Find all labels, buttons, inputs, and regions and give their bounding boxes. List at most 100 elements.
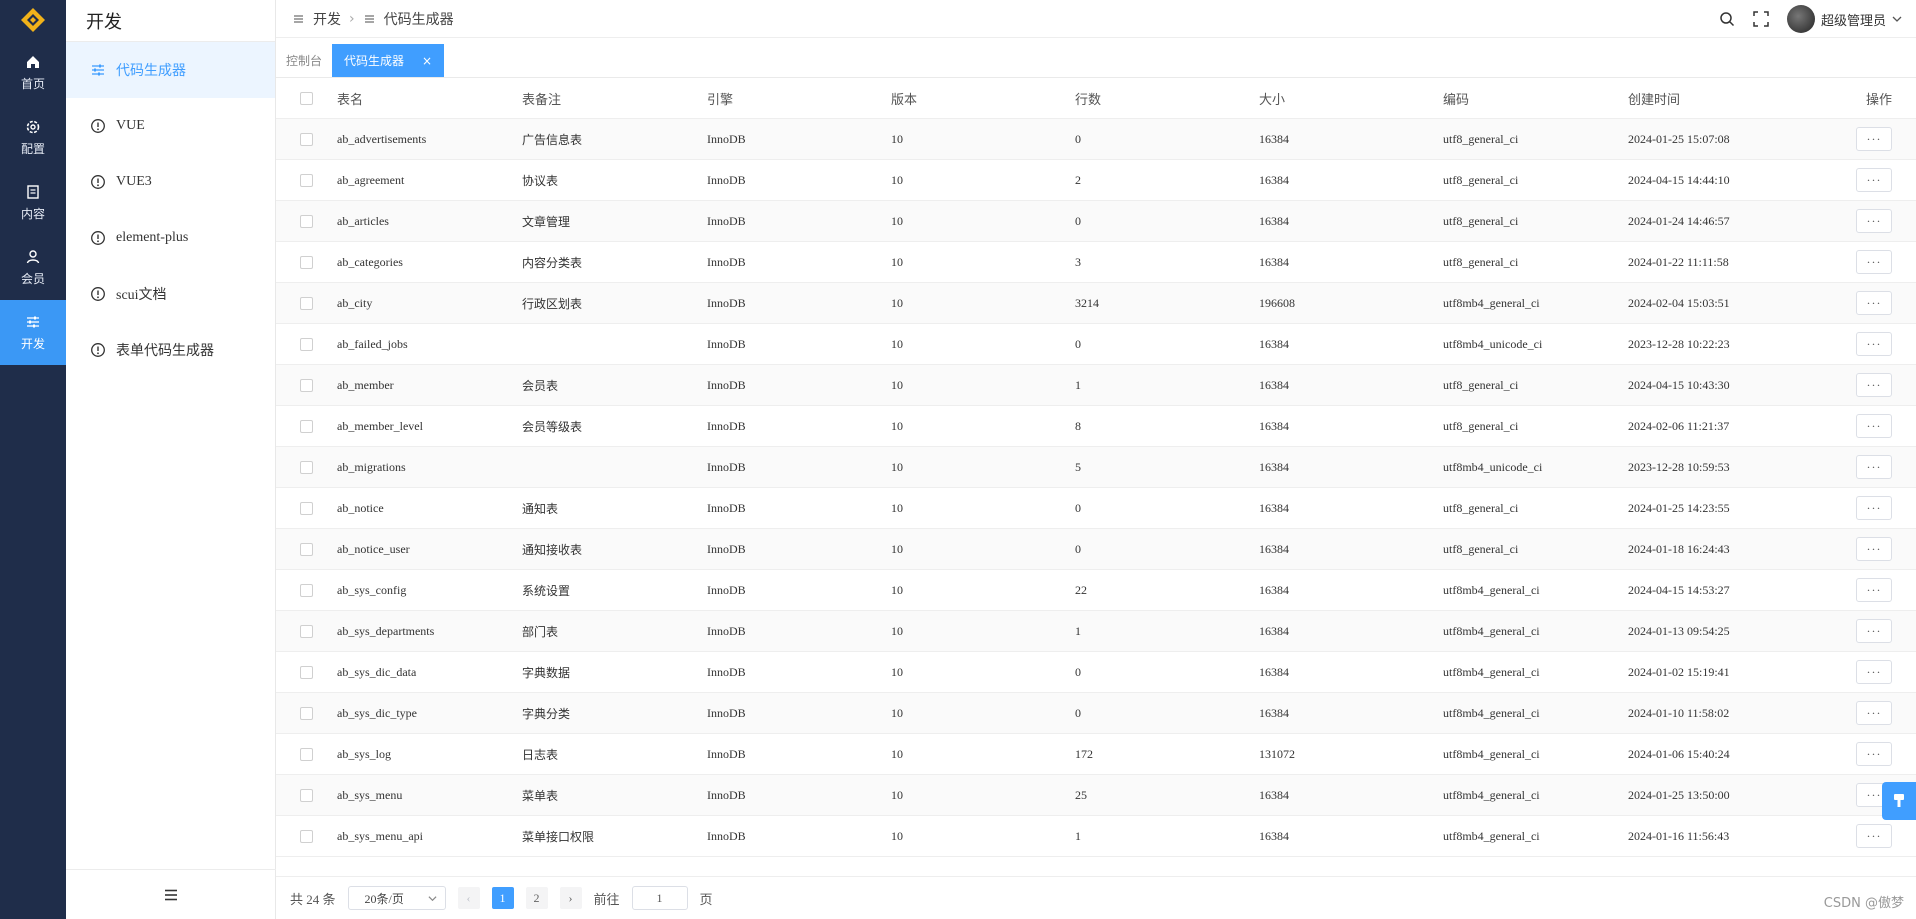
row-checkbox[interactable] (300, 542, 313, 556)
table-cell: 10 (891, 746, 903, 761)
row-more-button[interactable]: ··· (1856, 701, 1892, 725)
table-cell: 10 (891, 377, 903, 392)
table-row: ab_sys_menu_api 菜单接口权限 InnoDB 10 1 16384 utf8m… (276, 816, 1916, 857)
table-cell: utf8_general_ci (1443, 213, 1519, 228)
home-icon (27, 55, 39, 68)
tab-console[interactable]: 控制台 (276, 44, 332, 77)
table-cell: 10 (891, 500, 903, 515)
row-more-button[interactable]: ··· (1856, 168, 1892, 192)
row-select-cell (276, 788, 337, 802)
row-more-button[interactable]: ··· (1856, 373, 1892, 397)
page-size-select[interactable]: 20条/页 (347, 886, 446, 910)
row-more-button[interactable]: ··· (1856, 660, 1892, 684)
sidebar-item-vue[interactable]: VUE (66, 98, 275, 154)
user-menu[interactable]: 超级管理员 (1786, 5, 1902, 33)
row-checkbox[interactable] (300, 665, 313, 679)
row-checkbox[interactable] (300, 747, 313, 761)
table-cell: ab_sys_log (337, 746, 391, 761)
page-button[interactable]: 2 (525, 887, 548, 909)
next-page-button[interactable]: › (559, 887, 582, 909)
table-cell: InnoDB (707, 459, 746, 474)
table-cell: ab_failed_jobs (337, 336, 408, 351)
rail-item-dev[interactable]: 开发 (0, 300, 66, 365)
rail-item-content[interactable]: 内容 (0, 170, 66, 235)
row-select-cell (276, 296, 337, 310)
row-more-button[interactable]: ··· (1856, 824, 1892, 848)
row-more-button[interactable]: ··· (1856, 209, 1892, 233)
row-checkbox[interactable] (300, 255, 313, 269)
table-cell: 通知接收表 (522, 542, 583, 557)
table-cell: 字典分类 (522, 706, 571, 721)
row-checkbox[interactable] (300, 296, 313, 310)
table-cell: 系统设置 (522, 583, 571, 598)
tab-code-generator[interactable]: 代码生成器 × (332, 44, 445, 77)
row-checkbox[interactable] (300, 788, 313, 802)
row-more-button[interactable]: ··· (1856, 537, 1892, 561)
rail-item-member[interactable]: 会员 (0, 235, 66, 300)
app-logo[interactable] (0, 0, 66, 40)
fullscreen-icon[interactable] (1753, 11, 1769, 27)
column-header: 表名 (337, 91, 364, 107)
table-cell: 内容分类表 (522, 255, 583, 270)
row-more-button[interactable]: ··· (1856, 250, 1892, 274)
table-cell: 0 (1075, 131, 1081, 146)
sidebar-collapse-button[interactable] (66, 869, 276, 919)
rail-item-home[interactable]: 首页 (0, 40, 66, 105)
row-checkbox[interactable] (300, 337, 313, 351)
table-cell: utf8mb4_general_ci (1443, 705, 1540, 720)
breadcrumb-item: 代码生成器 (383, 11, 454, 28)
column-header: 引擎 (707, 91, 734, 107)
row-checkbox[interactable] (300, 829, 313, 843)
table-cell: utf8_general_ci (1443, 500, 1519, 515)
sidebar-item-scui-docs[interactable]: scui文档 (66, 266, 275, 322)
row-more-button[interactable]: ··· (1856, 455, 1892, 479)
row-checkbox[interactable] (300, 460, 313, 474)
sidebar-title: 开发 (66, 0, 275, 42)
sidebar-item-element-plus[interactable]: element-plus (66, 210, 275, 266)
row-more-button[interactable]: ··· (1856, 291, 1892, 315)
prev-page-button[interactable]: ‹ (457, 887, 480, 909)
sidebar-item-vue3[interactable]: VUE3 (66, 154, 275, 210)
row-checkbox[interactable] (300, 706, 313, 720)
row-more-button[interactable]: ··· (1856, 496, 1892, 520)
row-more-button[interactable]: ··· (1856, 414, 1892, 438)
row-more-button[interactable]: ··· (1856, 578, 1892, 602)
row-more-button[interactable]: ··· (1856, 127, 1892, 151)
row-more-button[interactable]: ··· (1856, 332, 1892, 356)
row-more-button[interactable]: ··· (1856, 742, 1892, 766)
table-cell: 2023-12-28 10:22:23 (1628, 336, 1730, 351)
table-cell: ab_member_level (337, 418, 423, 433)
page-unit-label: 页 (699, 891, 713, 907)
row-checkbox[interactable] (300, 419, 313, 433)
row-checkbox[interactable] (300, 173, 313, 187)
table-cell: utf8_general_ci (1443, 254, 1519, 269)
row-checkbox[interactable] (300, 378, 313, 392)
close-icon[interactable]: × (422, 54, 432, 68)
breadcrumb-item[interactable]: 开发 (313, 9, 341, 29)
rail-item-config[interactable]: 配置 (0, 105, 66, 170)
row-checkbox[interactable] (300, 624, 313, 638)
document-icon (27, 184, 39, 199)
info-circle-icon (91, 231, 105, 245)
row-checkbox[interactable] (300, 214, 313, 228)
table-cell: InnoDB (707, 787, 746, 802)
goto-page-input[interactable]: 1 (631, 886, 688, 910)
page-button[interactable]: 1 (491, 887, 514, 909)
watermark: CSDN @傲梦 (1823, 896, 1904, 911)
column-header: 表备注 (522, 91, 562, 107)
search-icon[interactable] (1719, 11, 1735, 27)
select-all-checkbox[interactable] (300, 91, 313, 105)
table-cell: ab_categories (337, 254, 403, 269)
floating-action-button[interactable] (1882, 782, 1916, 820)
row-checkbox[interactable] (300, 583, 313, 597)
table-cell: 25 (1075, 787, 1087, 802)
sidebar-item-form-generator[interactable]: 表单代码生成器 (66, 322, 275, 378)
sidebar-item-code-generator[interactable]: 代码生成器 (66, 42, 275, 98)
row-checkbox[interactable] (300, 501, 313, 515)
row-more-button[interactable]: ··· (1856, 619, 1892, 643)
main-nav-rail: 首页 配置 内容 会员 开发 (0, 0, 66, 919)
info-circle-icon (91, 175, 105, 189)
row-checkbox[interactable] (300, 132, 313, 146)
row-select-cell (276, 829, 337, 843)
table-row: ab_sys_menu 菜单表 InnoDB 10 25 16384 utf8mb4_gen… (276, 775, 1916, 816)
